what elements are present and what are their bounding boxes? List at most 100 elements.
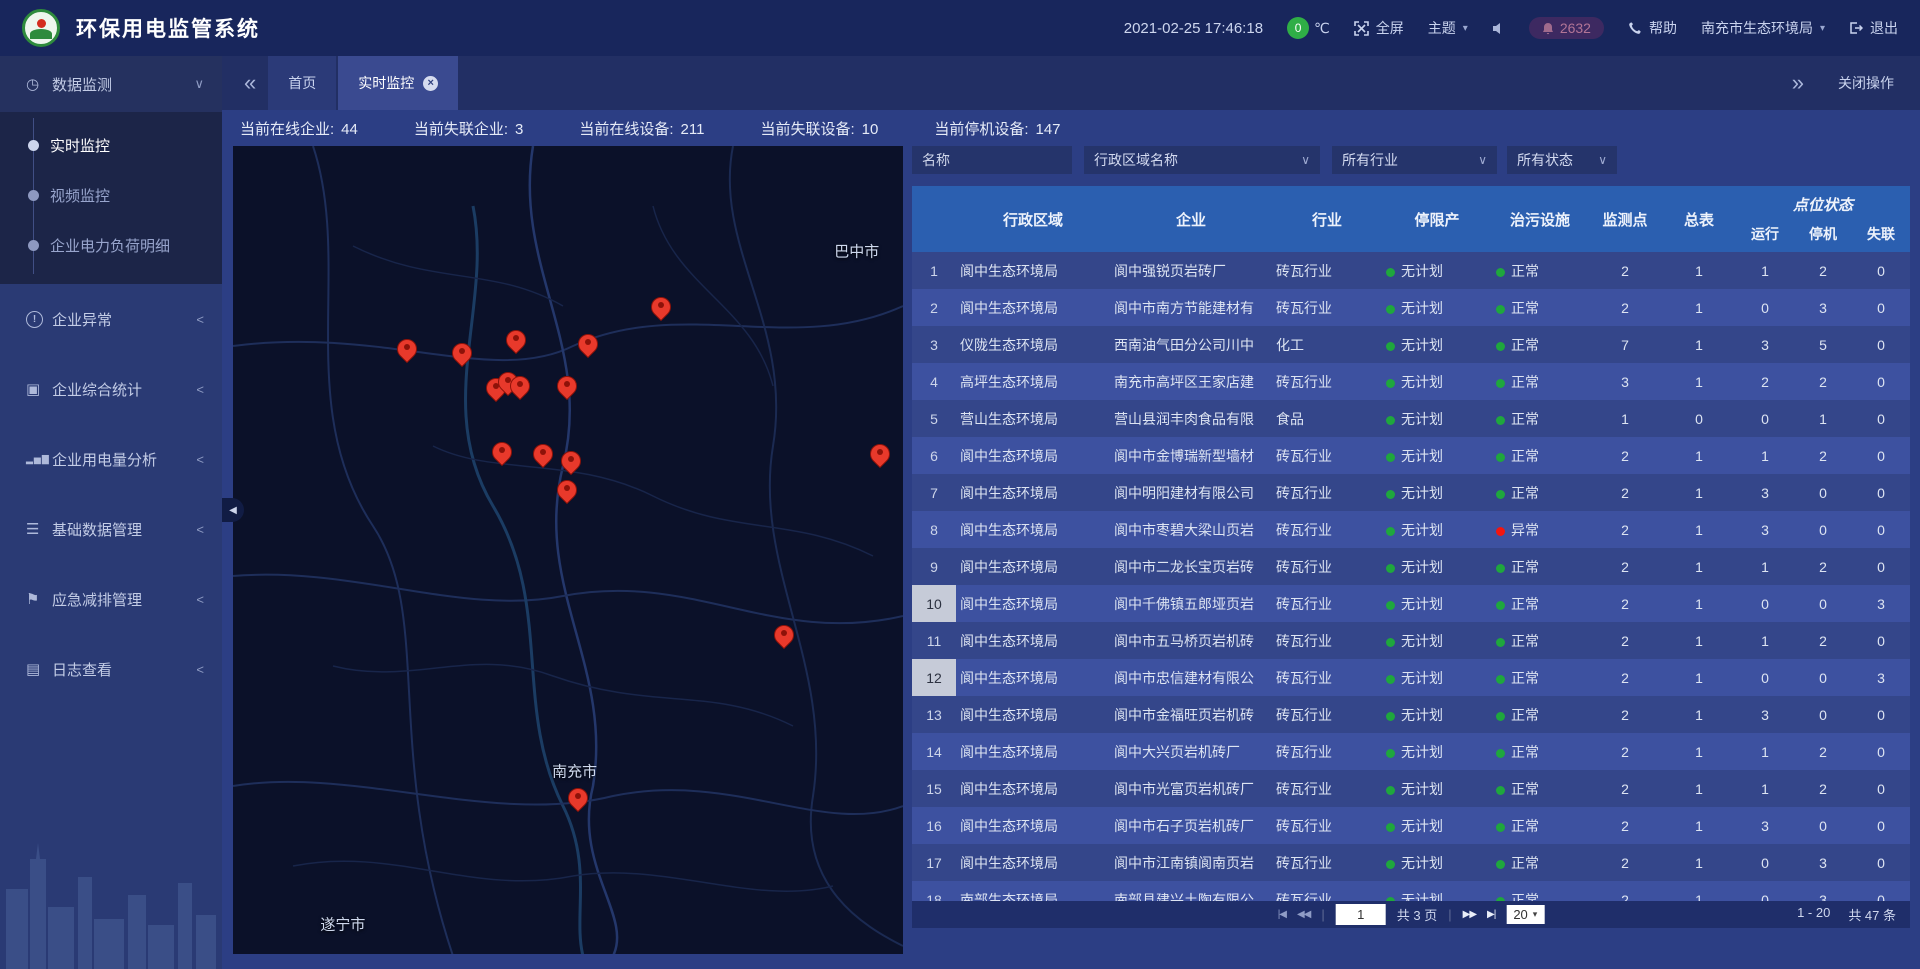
- map-pin[interactable]: [561, 451, 581, 471]
- table-row[interactable]: 16阆中生态环境局阆中市石子页岩机砖厂砖瓦行业无计划正常21300: [912, 807, 1910, 844]
- map-pin[interactable]: [651, 297, 671, 317]
- tabs-scroll-right-icon[interactable]: »: [1792, 72, 1804, 94]
- mute-button[interactable]: [1492, 22, 1505, 35]
- table-row[interactable]: 18南部生态环境局南部县建兴土陶有限公砖瓦行业无计划正常21030: [912, 881, 1910, 901]
- page-size-select[interactable]: 20 ▾: [1506, 905, 1544, 924]
- chevron-down-icon: ∨: [1478, 153, 1487, 167]
- table-row[interactable]: 11阆中生态环境局阆中市五马桥页岩机砖砖瓦行业无计划正常21120: [912, 622, 1910, 659]
- table-row[interactable]: 6阆中生态环境局阆中市金博瑞新型墙材砖瓦行业无计划正常21120: [912, 437, 1910, 474]
- cell-total-meters: 1: [1662, 337, 1736, 353]
- org-menu[interactable]: 南充市生态环境局 ▾: [1701, 18, 1825, 38]
- map-panel[interactable]: 巴中市南充市遂宁市: [233, 146, 903, 954]
- close-operations-button[interactable]: 关闭操作: [1838, 73, 1894, 93]
- table-row[interactable]: 8阆中生态环境局阆中市枣碧大梁山页岩砖瓦行业无计划异常21300: [912, 511, 1910, 548]
- sidebar-item-power-load-detail[interactable]: 企业电力负荷明细: [0, 220, 222, 270]
- cell-index: 9: [912, 548, 956, 585]
- cell-stopped: 2: [1794, 781, 1852, 797]
- range-label: 1 - 20: [1797, 905, 1830, 924]
- layers-icon: ☰: [26, 520, 52, 538]
- region-filter-select[interactable]: 行政区域名称 ∨: [1084, 146, 1320, 174]
- chevron-down-icon: ∨: [194, 76, 204, 92]
- table-row[interactable]: 17阆中生态环境局阆中市江南镇阆南页岩砖瓦行业无计划正常21030: [912, 844, 1910, 881]
- cell-total-meters: 1: [1662, 855, 1736, 871]
- last-page-button[interactable]: ▶|: [1487, 909, 1495, 920]
- industry-filter-select[interactable]: 所有行业 ∨: [1332, 146, 1497, 174]
- notification-badge[interactable]: 2632: [1529, 17, 1604, 39]
- table-row[interactable]: 5营山生态环境局营山县润丰肉食品有限食品无计划正常10010: [912, 400, 1910, 437]
- tabs-scroll-left-icon[interactable]: «: [244, 72, 256, 94]
- sidebar-item-label: 应急减排管理: [52, 589, 196, 610]
- logout-button[interactable]: 退出: [1849, 18, 1898, 38]
- app-header: 环保用电监管系统 2021-02-25 17:46:18 0 ℃ 全屏 主题 ▾: [0, 0, 1920, 56]
- map-pin[interactable]: [557, 376, 577, 396]
- limit-text: 无计划: [1401, 744, 1443, 760]
- table-row[interactable]: 13阆中生态环境局阆中市金福旺页岩机砖砖瓦行业无计划正常21300: [912, 696, 1910, 733]
- cell-lost: 0: [1852, 855, 1910, 871]
- cell-total-meters: 1: [1662, 300, 1736, 316]
- table-row[interactable]: 2阆中生态环境局阆中市南方节能建材有砖瓦行业无计划正常21030: [912, 289, 1910, 326]
- speaker-icon: [1492, 22, 1505, 35]
- cell-lost: 0: [1852, 337, 1910, 353]
- sidebar-item-realtime-monitor[interactable]: 实时监控: [0, 120, 222, 170]
- map-pin[interactable]: [774, 625, 794, 645]
- next-page-button[interactable]: ▶▶: [1463, 909, 1476, 920]
- map-pin[interactable]: [533, 444, 553, 464]
- map-pin[interactable]: [510, 376, 530, 396]
- sidebar-item-label: 视频监控: [50, 185, 110, 206]
- map-pin[interactable]: [452, 343, 472, 363]
- cell-lost: 0: [1852, 818, 1910, 834]
- cell-industry: 砖瓦行业: [1272, 853, 1382, 873]
- map-pin[interactable]: [397, 339, 417, 359]
- tab-realtime-monitor[interactable]: 实时监控 ×: [338, 56, 458, 110]
- status-dot-green: [1386, 268, 1395, 277]
- map-pin[interactable]: [870, 444, 890, 464]
- cell-industry: 砖瓦行业: [1272, 372, 1382, 392]
- status-dot-green: [1386, 305, 1395, 314]
- sidebar-item-enterprise-abnormal[interactable]: !企业异常<: [0, 284, 222, 354]
- cell-pollution-facility: 正常: [1492, 409, 1588, 429]
- table-row[interactable]: 15阆中生态环境局阆中市光富页岩机砖厂砖瓦行业无计划正常21120: [912, 770, 1910, 807]
- cell-limit-production: 无计划: [1382, 594, 1492, 614]
- theme-button[interactable]: 主题 ▾: [1428, 18, 1468, 38]
- facility-text: 正常: [1511, 300, 1539, 316]
- sidebar-item-log-view[interactable]: ▤日志查看<: [0, 634, 222, 704]
- cell-region: 阆中生态环境局: [956, 853, 1110, 873]
- map-pin[interactable]: [568, 788, 588, 808]
- prev-page-button[interactable]: ◀◀: [1297, 909, 1310, 920]
- first-page-button[interactable]: |◀: [1278, 909, 1286, 920]
- table-row[interactable]: 12阆中生态环境局阆中市忠信建材有限公砖瓦行业无计划正常21003: [912, 659, 1910, 696]
- sidebar-item-base-data-mgmt[interactable]: ☰基础数据管理<: [0, 494, 222, 564]
- table-row[interactable]: 1阆中生态环境局阆中强锐页岩砖厂砖瓦行业无计划正常21120: [912, 252, 1910, 289]
- name-filter-input[interactable]: [912, 146, 1072, 174]
- fullscreen-button[interactable]: 全屏: [1354, 18, 1404, 38]
- table-row[interactable]: 7阆中生态环境局阆中明阳建材有限公司砖瓦行业无计划正常21300: [912, 474, 1910, 511]
- table-row[interactable]: 9阆中生态环境局阆中市二龙长宝页岩砖砖瓦行业无计划正常21120: [912, 548, 1910, 585]
- skyline-decoration: [0, 819, 222, 969]
- table-row[interactable]: 10阆中生态环境局阆中千佛镇五郎垭页岩砖瓦行业无计划正常21003: [912, 585, 1910, 622]
- status-dot-green: [1496, 712, 1505, 721]
- sidebar-item-data-monitoring[interactable]: ◷数据监测∨: [0, 56, 222, 112]
- table-row[interactable]: 14阆中生态环境局阆中大兴页岩机砖厂砖瓦行业无计划正常21120: [912, 733, 1910, 770]
- tab-home[interactable]: 首页: [268, 56, 336, 110]
- help-button[interactable]: 帮助: [1628, 18, 1677, 38]
- sidebar-item-power-usage-analysis[interactable]: ▂▅▇企业用电量分析<: [0, 424, 222, 494]
- cell-pollution-facility: 正常: [1492, 298, 1588, 318]
- sidebar-item-enterprise-stats[interactable]: ▣企业综合统计<: [0, 354, 222, 424]
- cell-stopped: 0: [1794, 670, 1852, 686]
- table-row[interactable]: 3仪陇生态环境局西南油气田分公司川中化工无计划正常71350: [912, 326, 1910, 363]
- map-pin[interactable]: [506, 330, 526, 350]
- page-input[interactable]: [1336, 904, 1386, 925]
- table-header: 行政区域 企业 行业 停限产 治污设施 监测点 总表 点位状态 运行 停机 失联: [912, 186, 1910, 252]
- table-row[interactable]: 4高坪生态环境局南充市高坪区王家店建砖瓦行业无计划正常31220: [912, 363, 1910, 400]
- map-pin[interactable]: [557, 480, 577, 500]
- cell-running: 0: [1736, 411, 1794, 427]
- map-pin[interactable]: [492, 442, 512, 462]
- sidebar-item-emergency-reduction[interactable]: ⚑应急减排管理<: [0, 564, 222, 634]
- status-filter-select[interactable]: 所有状态 ∨: [1507, 146, 1617, 174]
- tab-close-icon[interactable]: ×: [423, 76, 438, 91]
- cell-company: 营山县润丰肉食品有限: [1110, 409, 1272, 429]
- stat-label: 当前停机设备:: [934, 121, 1028, 138]
- map-pin[interactable]: [578, 334, 598, 354]
- pagination-summary: 1 - 20 共 47 条: [1797, 905, 1896, 924]
- sidebar-item-video-monitor[interactable]: 视频监控: [0, 170, 222, 220]
